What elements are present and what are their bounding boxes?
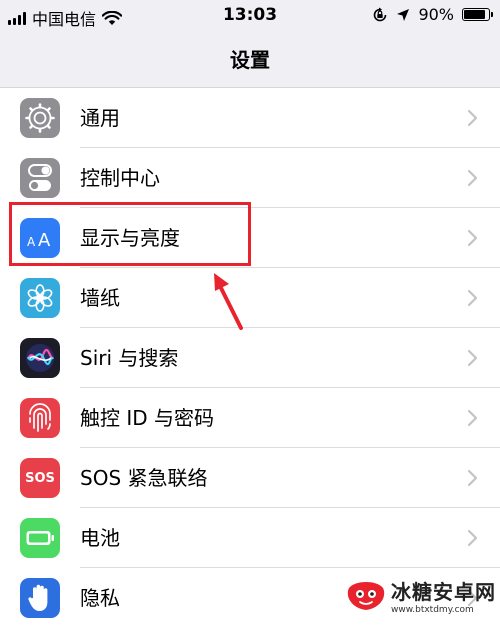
watermark-url: www.btxtdmy.com	[391, 605, 474, 615]
watermark: 冰糖安卓网 www.btxtdmy.com	[345, 576, 496, 615]
status-bar: 中国电信 13:03 90%	[0, 0, 500, 32]
settings-row-label: 电池	[80, 526, 120, 550]
sos-icon-text: SOS	[25, 470, 55, 486]
settings-row-label: 墙纸	[80, 286, 120, 310]
settings-row-label: 隐私	[80, 586, 120, 610]
settings-row-siri-search[interactable]: Siri 与搜索	[0, 328, 500, 388]
settings-row-label: 控制中心	[80, 166, 160, 190]
settings-row-label: Siri 与搜索	[80, 346, 179, 370]
red-arrow-annotation	[214, 273, 243, 330]
settings-row-label: SOS 紧急联络	[80, 466, 208, 490]
settings-row-control-center[interactable]: 控制中心	[0, 148, 500, 208]
chevron-right-icon	[467, 109, 478, 127]
page-title: 设置	[230, 48, 270, 72]
status-right: 90%	[372, 5, 493, 24]
chevron-right-icon	[467, 349, 478, 367]
chevron-right-icon	[467, 169, 478, 187]
hand-icon	[20, 578, 60, 618]
watermark-logo	[347, 581, 385, 610]
rotation-lock-icon	[374, 7, 387, 21]
chevron-right-icon	[467, 529, 478, 547]
highlight-box	[9, 202, 251, 266]
settings-list: 通用 控制中心 A A 显示与亮度 墙纸 Siri 与搜索 触控 ID 与密码 …	[0, 87, 500, 628]
siri-icon	[20, 338, 60, 378]
fingerprint-icon	[20, 398, 60, 438]
settings-row-label: 触控 ID 与密码	[80, 406, 215, 430]
nav-bar: 设置	[0, 32, 500, 84]
battery-percent: 90%	[418, 5, 454, 24]
watermark-title: 冰糖安卓网	[391, 580, 496, 604]
settings-row-battery[interactable]: 电池	[0, 508, 500, 568]
toggles-icon	[20, 158, 60, 198]
settings-row-touch-id-passcode[interactable]: 触控 ID 与密码	[0, 388, 500, 448]
chevron-right-icon	[467, 469, 478, 487]
sos-icon: SOS	[20, 458, 60, 498]
location-arrow-icon	[397, 8, 410, 21]
battery-icon	[20, 518, 60, 558]
settings-row-label: 通用	[80, 106, 120, 130]
settings-row-general[interactable]: 通用	[0, 88, 500, 148]
battery-level-fill	[464, 10, 486, 19]
chevron-right-icon	[467, 229, 478, 247]
chevron-right-icon	[467, 289, 478, 307]
battery-icon	[462, 8, 493, 21]
gear-icon	[20, 98, 60, 138]
settings-row-emergency-sos[interactable]: SOS SOS 紧急联络	[0, 448, 500, 508]
chevron-right-icon	[467, 409, 478, 427]
watermark-text: 冰糖安卓网 www.btxtdmy.com	[391, 576, 496, 615]
flower-icon	[20, 278, 60, 318]
